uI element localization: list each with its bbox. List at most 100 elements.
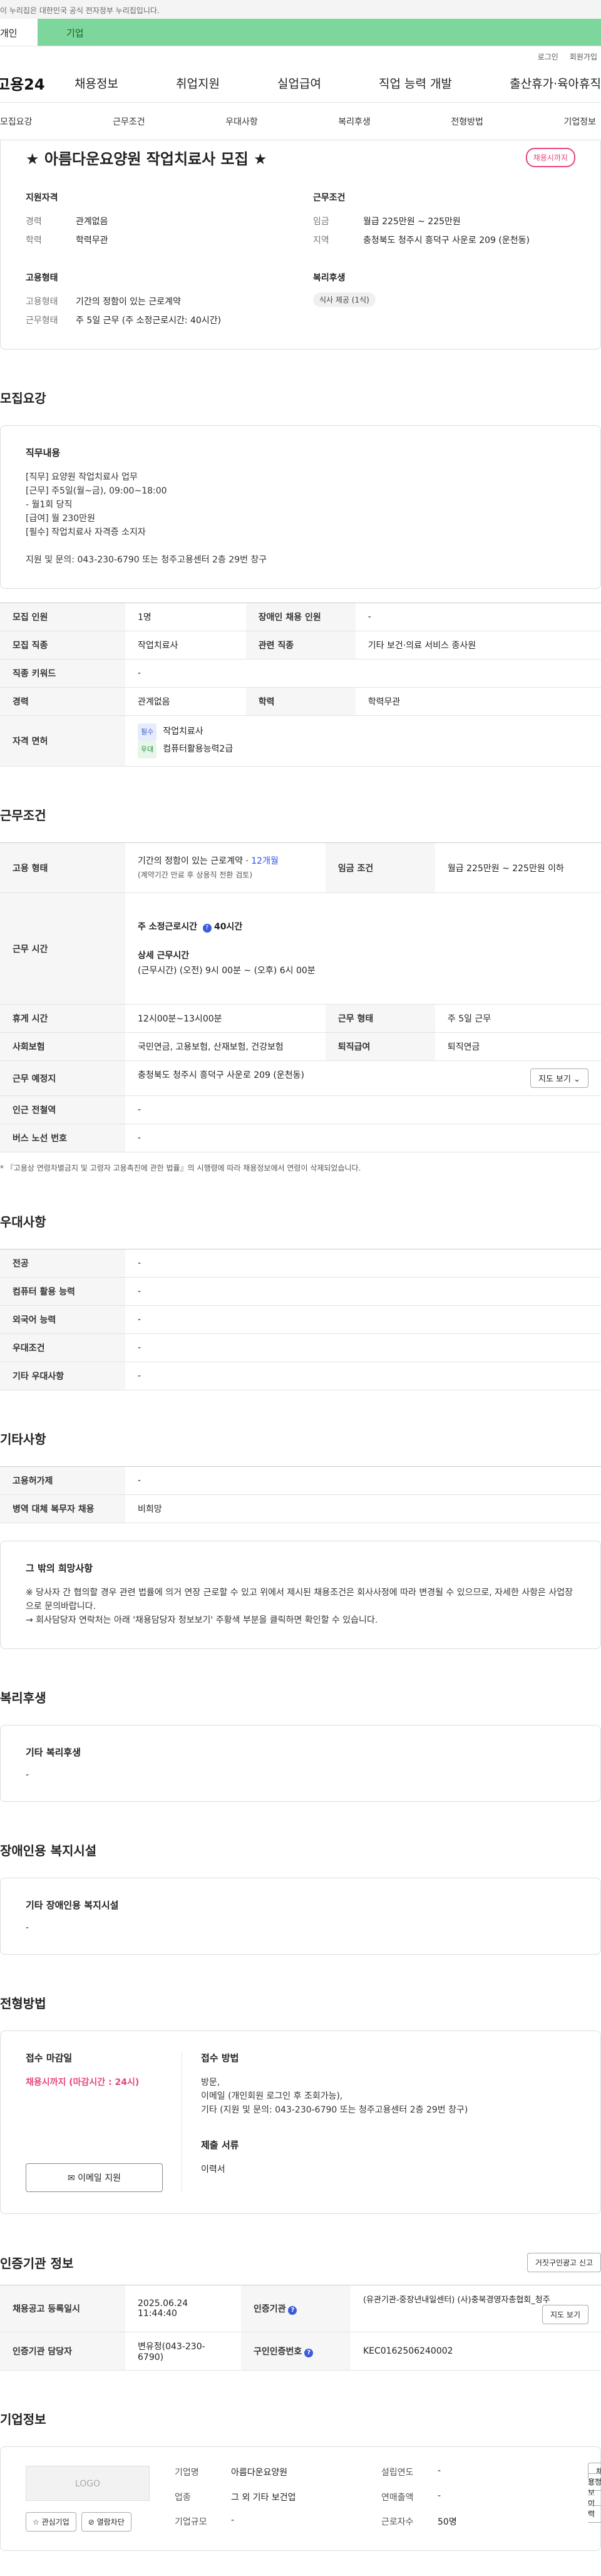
table-row: 고용 형태 기간의 정함이 있는 근로계약 · 12개월 (계약기간 만료 후 … — [0, 842, 601, 893]
email-apply-button[interactable]: ✉ 이메일 지원 — [26, 2163, 163, 2192]
table-row: 근무 예정지 충청북도 청주시 흥덕구 사운로 209 (운천동) 지도 보기 … — [0, 1060, 601, 1096]
form-value: 주 5일 근무 — [434, 1004, 601, 1033]
cert-table: 채용공고 등록일시 2025.06.24 11:44:40 인증기관? (유관기… — [0, 2285, 601, 2371]
station-label: 인근 전철역 — [0, 1095, 125, 1124]
info-icon[interactable]: ? — [288, 2306, 297, 2315]
summary-emptype-label: 고용형태 — [26, 297, 58, 307]
gnb-item-vocational-training[interactable]: 직업 능력 개발 — [379, 75, 452, 91]
time-weekly-label: 주 소정근로시간 — [138, 921, 198, 932]
docs-head: 제출 서류 — [201, 2139, 239, 2151]
org-map-button[interactable]: 지도 보기 — [542, 2305, 588, 2324]
table-row: 채용공고 등록일시 2025.06.24 11:44:40 인증기관? (유관기… — [0, 2285, 601, 2332]
related-value: 기타 보건·의료 서비스 종사원 — [355, 631, 601, 660]
table-row: 모집 인원 1명 장애인 채용 인원 - — [0, 603, 601, 631]
summary-condition: 근무조건 임금 월급 225만원 ~ 225만원 지역 충청북도 청주시 흥덕구 사… — [313, 191, 575, 250]
method-head: 접수 방법 — [201, 2052, 239, 2064]
facility-value: - — [26, 1923, 29, 1933]
gnb-item-unemployment-benefit[interactable]: 실업급여 — [277, 75, 321, 91]
table-row: 자격 면허 필수 작업치료사 우대 컴퓨터활용능력2급 — [0, 715, 601, 767]
count-label: 모집 인원 — [0, 603, 125, 631]
manager-label: 인증기관 담당자 — [0, 2332, 125, 2371]
etc-box: 그 밖의 희망사항 ※ 당사자 간 협의할 경우 관련 법률에 의거 연장 근로… — [0, 1541, 601, 1649]
anchor-company[interactable]: 기업정보 — [563, 115, 596, 128]
anchor-recruit[interactable]: 모집요강 — [0, 115, 33, 128]
summary-career-label: 경력 — [26, 217, 42, 227]
anchor-pref[interactable]: 우대사항 — [225, 115, 258, 128]
place-value: 충청북도 청주시 흥덕구 사운로 209 (운천동) — [138, 1070, 304, 1080]
career-value: 관계없음 — [125, 687, 246, 716]
facility-box: 기타 장애인용 복지시설 - — [0, 1878, 601, 1955]
license-label: 자격 면허 — [0, 715, 125, 767]
company-size-label: 기업규모 — [175, 2517, 207, 2528]
duty-box: 직무내용 [직무] 요양원 작업치료사 업무 [근무] 주5일(월~금), 09… — [0, 425, 601, 589]
rest-label: 휴게 시간 — [0, 1004, 125, 1033]
company-industry-value: 그 외 기타 보건업 — [231, 2492, 296, 2503]
org-label: 인증기관 — [253, 2304, 286, 2314]
welfare-section-title: 복리후생 — [0, 1690, 46, 1705]
table-row: 버스 노선 번호 - — [0, 1124, 601, 1152]
pref-label-condition: 우대조건 — [0, 1333, 125, 1362]
company-section-title: 기업정보 — [0, 2412, 46, 2427]
block-view-button[interactable]: ⊘ 열람차단 — [81, 2512, 131, 2532]
welfare-head: 기타 복리후생 — [26, 1747, 81, 1758]
company-name-value: 아름다운요양원 — [231, 2468, 288, 2478]
login-link[interactable]: 로그인 — [538, 51, 558, 64]
bus-value: - — [125, 1124, 601, 1152]
etc-table: 고용허가제 - 병역 대체 복무자 채용 비희망 — [0, 1466, 601, 1523]
summary-employment: 고용형태 고용형태 기간의 정함이 있는 근로계약 근무형태 주 5일 근무 (주 … — [26, 271, 288, 330]
bus-label: 버스 노선 번호 — [0, 1124, 125, 1152]
map-view-button[interactable]: 지도 보기 ⌄ — [530, 1068, 588, 1088]
insurance-value: 국민연금, 고용보험, 산재보험, 건강보험 — [125, 1032, 326, 1061]
duty-text: [직무] 요양원 작업치료사 업무 [근무] 주5일(월~금), 09:00~1… — [26, 472, 267, 565]
pref-value-other: - — [125, 1362, 601, 1390]
join-link[interactable]: 회원가입 — [570, 51, 597, 64]
job-history-button[interactable]: 채용정보 이력 — [588, 2463, 601, 2523]
gnb-item-jobs[interactable]: 채용정보 — [74, 75, 118, 91]
report-fake-ad-button[interactable]: 거짓구인광고 신고 — [527, 2253, 601, 2272]
anchor-process[interactable]: 전형방법 — [451, 115, 483, 128]
table-row: 근무 시간 주 소정근로시간 ? 40시간 상세 근무시간 (근무시간) (오전… — [0, 892, 601, 1005]
info-icon[interactable]: ? — [202, 923, 212, 933]
summary-qualification-head: 지원자격 — [26, 193, 58, 203]
section-anchor-nav: 모집요강 근무조건 우대사항 복리후생 전형방법 기업정보 — [0, 103, 601, 140]
utility-links: 로그인 회원가입 — [0, 46, 601, 64]
count-value: 1명 — [125, 603, 246, 631]
table-row: 사회보험 국민연금, 고용보험, 산재보험, 건강보험 퇴직급여 퇴직연금 — [0, 1032, 601, 1061]
table-row: 고용허가제 - — [0, 1466, 601, 1495]
gnb-item-employment-support[interactable]: 취업지원 — [176, 75, 220, 91]
anchor-work[interactable]: 근무조건 — [113, 115, 145, 128]
table-row: 기타 우대사항 - — [0, 1362, 601, 1390]
disabled-value: - — [355, 603, 601, 631]
rest-value: 12시00분~13시00분 — [125, 1004, 326, 1033]
interest-company-button[interactable]: ☆ 관심기업 — [26, 2512, 76, 2532]
table-row: 인증기관 담당자 변유정(043-230-6790) 구인인증번호? KEC01… — [0, 2332, 601, 2371]
gnb-item-parental-leave[interactable]: 출산휴가·육아휴직 — [510, 75, 601, 91]
license-required: 작업치료사 — [163, 727, 203, 737]
pref-label-other: 기타 우대사항 — [0, 1362, 125, 1390]
summary-welfare: 복리후생 식사 제공 (1식) — [313, 271, 575, 330]
tab-personal[interactable]: 개인 — [0, 19, 38, 46]
cert-section-title: 인증기관 정보 — [0, 2256, 74, 2271]
form-label: 근무 형태 — [325, 1004, 435, 1033]
gov-notice-text: 이 누리집은 대한민국 공식 전자정부 누리집입니다. — [0, 6, 160, 15]
pref-value-language: - — [125, 1305, 601, 1334]
emp-months: 12개월 — [251, 856, 279, 866]
company-name-label: 기업명 — [175, 2468, 199, 2478]
process-section-title: 전형방법 — [0, 1996, 46, 2011]
summary-location-label: 지역 — [313, 235, 329, 246]
table-row: 외국어 능력 - — [0, 1305, 601, 1334]
info-icon[interactable]: ? — [304, 2349, 314, 2357]
summary-emptype-value: 기간의 정함이 있는 근로계약 — [76, 297, 181, 307]
work-table: 고용 형태 기간의 정함이 있는 근로계약 · 12개월 (계약기간 만료 후 … — [0, 842, 601, 1152]
time-detail-value: (근무시간) (오전) 9시 00분 ~ (오후) 6시 00분 — [138, 965, 316, 976]
time-detail-label: 상세 근무시간 — [138, 950, 190, 961]
table-row: 경력 관계없음 학력 학력무관 — [0, 687, 601, 716]
keyword-label: 직종 키워드 — [0, 659, 125, 688]
emp-note: (계약기간 만료 후 상용직 전환 검토) — [138, 870, 252, 879]
emp-label: 고용 형태 — [0, 842, 125, 893]
related-label: 관련 직종 — [245, 631, 356, 660]
gnb-menu: 채용정보 취업지원 실업급여 직업 능력 개발 출산휴가·육아휴직 — [74, 75, 601, 91]
tab-company[interactable]: 기업 — [38, 19, 601, 46]
site-logo[interactable]: 고용24 — [0, 72, 74, 94]
anchor-welfare[interactable]: 복리후생 — [338, 115, 371, 128]
